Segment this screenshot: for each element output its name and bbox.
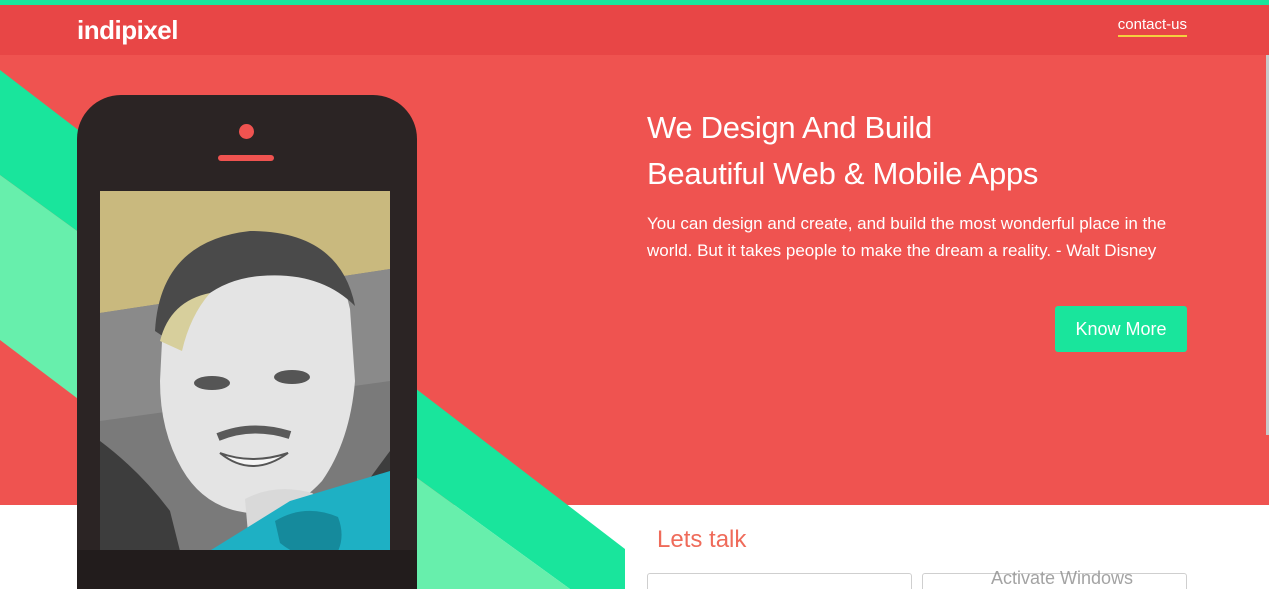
hero-quote: You can design and create, and build the… <box>647 214 1167 260</box>
brand-logo[interactable]: indipixel <box>77 15 178 46</box>
portrait-image <box>100 191 390 589</box>
phone-mockup <box>77 95 417 589</box>
activate-windows-watermark: Activate Windows <box>991 568 1134 588</box>
phone-camera <box>239 124 254 139</box>
name-field[interactable] <box>647 573 912 589</box>
phone-bottom-bezel <box>77 550 417 589</box>
hero-title: We Design And Build Beautiful Web & Mobi… <box>647 105 1038 197</box>
navbar: indipixel contact-us <box>0 5 1269 55</box>
phone-screen <box>100 191 390 589</box>
know-more-button[interactable]: Know More <box>1055 306 1187 352</box>
hero-title-line-2: Beautiful Web & Mobile Apps <box>647 156 1039 191</box>
contact-heading: Lets talk <box>657 526 747 553</box>
hero-title-line-1: We Design And Build <box>647 110 932 145</box>
phone-speaker <box>218 155 274 161</box>
contact-us-link[interactable]: contact-us <box>1117 16 1187 37</box>
